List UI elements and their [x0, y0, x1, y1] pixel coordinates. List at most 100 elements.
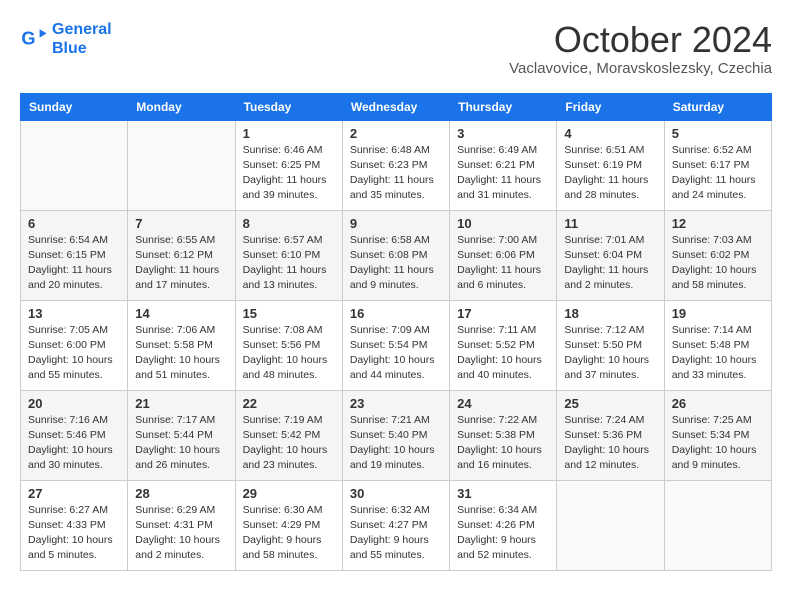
day-info: Sunrise: 7:24 AM Sunset: 5:36 PM Dayligh… — [564, 413, 656, 474]
day-number: 26 — [672, 396, 764, 411]
calendar-cell: 4 Sunrise: 6:51 AM Sunset: 6:19 PM Daylig… — [557, 120, 664, 210]
day-info: Sunrise: 7:22 AM Sunset: 5:38 PM Dayligh… — [457, 413, 549, 474]
calendar-cell: 17 Sunrise: 7:11 AM Sunset: 5:52 PM Dayli… — [450, 300, 557, 390]
day-info: Sunrise: 7:11 AM Sunset: 5:52 PM Dayligh… — [457, 323, 549, 384]
day-number: 18 — [564, 306, 656, 321]
day-info: Sunrise: 6:30 AM Sunset: 4:29 PM Dayligh… — [243, 503, 335, 564]
calendar-cell: 20 Sunrise: 7:16 AM Sunset: 5:46 PM Dayli… — [21, 390, 128, 480]
calendar-cell: 5Sunrise: 6:52 AM Sunset: 6:17 PM Daylig… — [664, 120, 771, 210]
day-number: 1 — [243, 126, 335, 141]
day-number: 20 — [28, 396, 120, 411]
day-number: 8 — [243, 216, 335, 231]
day-of-week-header: Friday — [557, 93, 664, 120]
day-number: 21 — [135, 396, 227, 411]
day-info: Sunrise: 7:21 AM Sunset: 5:40 PM Dayligh… — [350, 413, 442, 474]
day-number: 2 — [350, 126, 442, 141]
day-number: 9 — [350, 216, 442, 231]
day-number: 7 — [135, 216, 227, 231]
calendar-cell: 24 Sunrise: 7:22 AM Sunset: 5:38 PM Dayli… — [450, 390, 557, 480]
day-of-week-header: Thursday — [450, 93, 557, 120]
location: Vaclavovice, Moravskoslezsky, Czechia — [509, 60, 772, 77]
calendar-cell: 29 Sunrise: 6:30 AM Sunset: 4:29 PM Dayli… — [235, 480, 342, 570]
day-number: 14 — [135, 306, 227, 321]
calendar-week-row: 6 Sunrise: 6:54 AM Sunset: 6:15 PM Daylig… — [21, 210, 772, 300]
calendar-cell: 21 Sunrise: 7:17 AM Sunset: 5:44 PM Dayli… — [128, 390, 235, 480]
day-info: Sunrise: 6:51 AM Sunset: 6:19 PM Dayligh… — [564, 143, 656, 204]
day-number: 6 — [28, 216, 120, 231]
calendar-cell: 23 Sunrise: 7:21 AM Sunset: 5:40 PM Dayli… — [342, 390, 449, 480]
calendar-cell: 18 Sunrise: 7:12 AM Sunset: 5:50 PM Dayli… — [557, 300, 664, 390]
calendar-cell: 31 Sunrise: 6:34 AM Sunset: 4:26 PM Dayli… — [450, 480, 557, 570]
calendar-cell: 19Sunrise: 7:14 AM Sunset: 5:48 PM Dayli… — [664, 300, 771, 390]
calendar-cell: 15Sunrise: 7:08 AM Sunset: 5:56 PM Dayli… — [235, 300, 342, 390]
calendar-cell: 10 Sunrise: 7:00 AM Sunset: 6:06 PM Dayli… — [450, 210, 557, 300]
day-info: Sunrise: 7:00 AM Sunset: 6:06 PM Dayligh… — [457, 233, 549, 294]
calendar-week-row: 13Sunrise: 7:05 AM Sunset: 6:00 PM Dayli… — [21, 300, 772, 390]
calendar-cell — [21, 120, 128, 210]
logo-icon: G — [20, 25, 48, 53]
day-number: 27 — [28, 486, 120, 501]
calendar-cell — [128, 120, 235, 210]
calendar-cell: 8 Sunrise: 6:57 AM Sunset: 6:10 PM Daylig… — [235, 210, 342, 300]
month-title: October 2024 — [509, 20, 772, 60]
day-number: 4 — [564, 126, 656, 141]
calendar-cell: 7 Sunrise: 6:55 AM Sunset: 6:12 PM Daylig… — [128, 210, 235, 300]
calendar-cell: 9 Sunrise: 6:58 AM Sunset: 6:08 PM Daylig… — [342, 210, 449, 300]
calendar-cell: 16Sunrise: 7:09 AM Sunset: 5:54 PM Dayli… — [342, 300, 449, 390]
calendar-cell: 27 Sunrise: 6:27 AM Sunset: 4:33 PM Dayli… — [21, 480, 128, 570]
day-info: Sunrise: 7:17 AM Sunset: 5:44 PM Dayligh… — [135, 413, 227, 474]
logo: G General Blue — [20, 20, 112, 58]
day-info: Sunrise: 7:16 AM Sunset: 5:46 PM Dayligh… — [28, 413, 120, 474]
day-number: 5 — [672, 126, 764, 141]
calendar-cell: 30 Sunrise: 6:32 AM Sunset: 4:27 PM Dayli… — [342, 480, 449, 570]
calendar-week-row: 1 Sunrise: 6:46 AM Sunset: 6:25 PM Daylig… — [21, 120, 772, 210]
calendar-cell: 12 Sunrise: 7:03 AM Sunset: 6:02 PM Dayli… — [664, 210, 771, 300]
day-number: 30 — [350, 486, 442, 501]
day-info: Sunrise: 7:05 AM Sunset: 6:00 PM Dayligh… — [28, 323, 120, 384]
calendar-week-row: 27 Sunrise: 6:27 AM Sunset: 4:33 PM Dayli… — [21, 480, 772, 570]
day-info: Sunrise: 7:12 AM Sunset: 5:50 PM Dayligh… — [564, 323, 656, 384]
day-info: Sunrise: 6:58 AM Sunset: 6:08 PM Dayligh… — [350, 233, 442, 294]
calendar-header-row: SundayMondayTuesdayWednesdayThursdayFrid… — [21, 93, 772, 120]
calendar-cell: 1 Sunrise: 6:46 AM Sunset: 6:25 PM Daylig… — [235, 120, 342, 210]
day-info: Sunrise: 6:32 AM Sunset: 4:27 PM Dayligh… — [350, 503, 442, 564]
day-info: Sunrise: 7:03 AM Sunset: 6:02 PM Dayligh… — [672, 233, 764, 294]
day-number: 3 — [457, 126, 549, 141]
day-of-week-header: Monday — [128, 93, 235, 120]
day-number: 28 — [135, 486, 227, 501]
day-number: 12 — [672, 216, 764, 231]
day-number: 24 — [457, 396, 549, 411]
day-number: 17 — [457, 306, 549, 321]
calendar-cell: 26Sunrise: 7:25 AM Sunset: 5:34 PM Dayli… — [664, 390, 771, 480]
svg-text:G: G — [21, 29, 35, 49]
day-info: Sunrise: 6:27 AM Sunset: 4:33 PM Dayligh… — [28, 503, 120, 564]
day-info: Sunrise: 7:01 AM Sunset: 6:04 PM Dayligh… — [564, 233, 656, 294]
day-info: Sunrise: 6:57 AM Sunset: 6:10 PM Dayligh… — [243, 233, 335, 294]
day-number: 25 — [564, 396, 656, 411]
day-of-week-header: Tuesday — [235, 93, 342, 120]
calendar-cell: 3 Sunrise: 6:49 AM Sunset: 6:21 PM Daylig… — [450, 120, 557, 210]
day-number: 23 — [350, 396, 442, 411]
calendar-table: SundayMondayTuesdayWednesdayThursdayFrid… — [20, 93, 772, 571]
day-number: 10 — [457, 216, 549, 231]
day-info: Sunrise: 7:06 AM Sunset: 5:58 PM Dayligh… — [135, 323, 227, 384]
day-info: Sunrise: 6:48 AM Sunset: 6:23 PM Dayligh… — [350, 143, 442, 204]
day-info: Sunrise: 7:19 AM Sunset: 5:42 PM Dayligh… — [243, 413, 335, 474]
day-number: 22 — [243, 396, 335, 411]
calendar-cell: 28Sunrise: 6:29 AM Sunset: 4:31 PM Dayli… — [128, 480, 235, 570]
day-of-week-header: Wednesday — [342, 93, 449, 120]
day-of-week-header: Sunday — [21, 93, 128, 120]
day-number: 31 — [457, 486, 549, 501]
day-info: Sunrise: 7:14 AM Sunset: 5:48 PM Dayligh… — [672, 323, 764, 384]
day-info: Sunrise: 6:46 AM Sunset: 6:25 PM Dayligh… — [243, 143, 335, 204]
day-info: Sunrise: 6:49 AM Sunset: 6:21 PM Dayligh… — [457, 143, 549, 204]
calendar-cell: 11 Sunrise: 7:01 AM Sunset: 6:04 PM Dayli… — [557, 210, 664, 300]
calendar-cell — [664, 480, 771, 570]
day-number: 29 — [243, 486, 335, 501]
day-info: Sunrise: 6:55 AM Sunset: 6:12 PM Dayligh… — [135, 233, 227, 294]
day-info: Sunrise: 6:34 AM Sunset: 4:26 PM Dayligh… — [457, 503, 549, 564]
page-header: G General Blue October 2024 Vaclavovice,… — [20, 20, 772, 77]
day-number: 11 — [564, 216, 656, 231]
day-info: Sunrise: 6:54 AM Sunset: 6:15 PM Dayligh… — [28, 233, 120, 294]
title-block: October 2024 Vaclavovice, Moravskoslezsk… — [509, 20, 772, 77]
